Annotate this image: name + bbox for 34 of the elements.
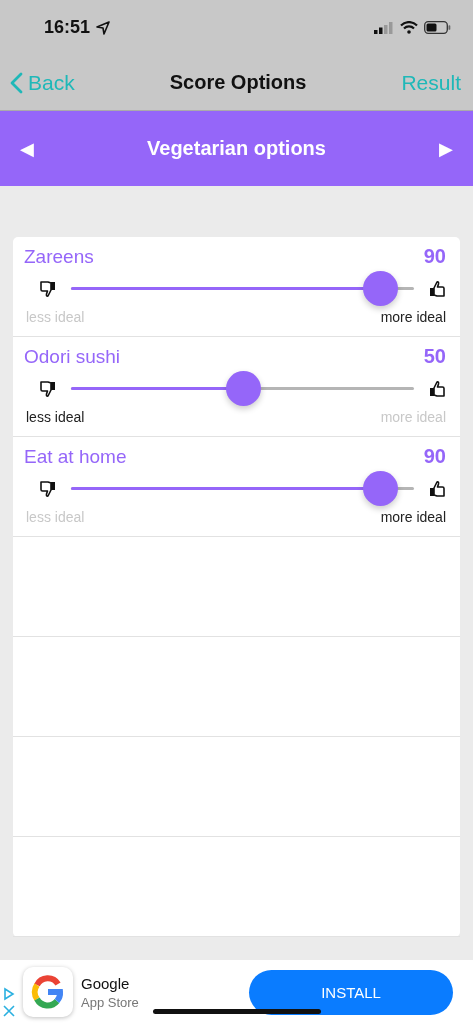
previous-category-button[interactable]: ◀ (20, 137, 34, 160)
option-score: 90 (423, 245, 446, 268)
ad-subtitle: App Store (81, 994, 140, 1010)
screen-title: Score Options (169, 71, 307, 94)
option-name: Zareens (24, 245, 94, 268)
option-score: 90 (423, 445, 446, 468)
signal-icon (374, 21, 394, 34)
category-title: Vegetarian options (147, 137, 326, 160)
wifi-icon (400, 21, 418, 34)
close-icon[interactable] (3, 1005, 15, 1017)
status-time: 16:51 (44, 17, 91, 38)
thumbs-up-icon (428, 479, 446, 498)
location-arrow-icon (96, 20, 111, 35)
thumbs-down-icon (39, 279, 57, 298)
slider-thumb[interactable] (362, 471, 398, 506)
thumbs-up-icon (428, 379, 446, 398)
install-button[interactable]: INSTALL (249, 969, 453, 1015)
more-ideal-label: more ideal (380, 509, 446, 525)
thumbs-down-icon (39, 479, 57, 498)
more-ideal-label: more ideal (380, 309, 446, 325)
option-name: Eat at home (24, 445, 127, 468)
option-score: 50 (423, 345, 446, 368)
less-ideal-label: less ideal (26, 409, 85, 425)
thumbs-down-icon (39, 379, 57, 398)
thumbs-up-icon (428, 279, 446, 298)
slider-thumb[interactable] (225, 371, 261, 406)
ad-title: Google (81, 974, 131, 992)
chevron-left-icon (10, 71, 23, 94)
app-logo-icon (23, 967, 73, 1017)
slider-thumb[interactable] (362, 271, 398, 306)
next-category-button[interactable]: ▶ (439, 137, 453, 160)
option-name: Odori sushi (24, 345, 121, 368)
ad-choices-icon[interactable] (3, 987, 15, 1001)
battery-icon (424, 21, 451, 34)
